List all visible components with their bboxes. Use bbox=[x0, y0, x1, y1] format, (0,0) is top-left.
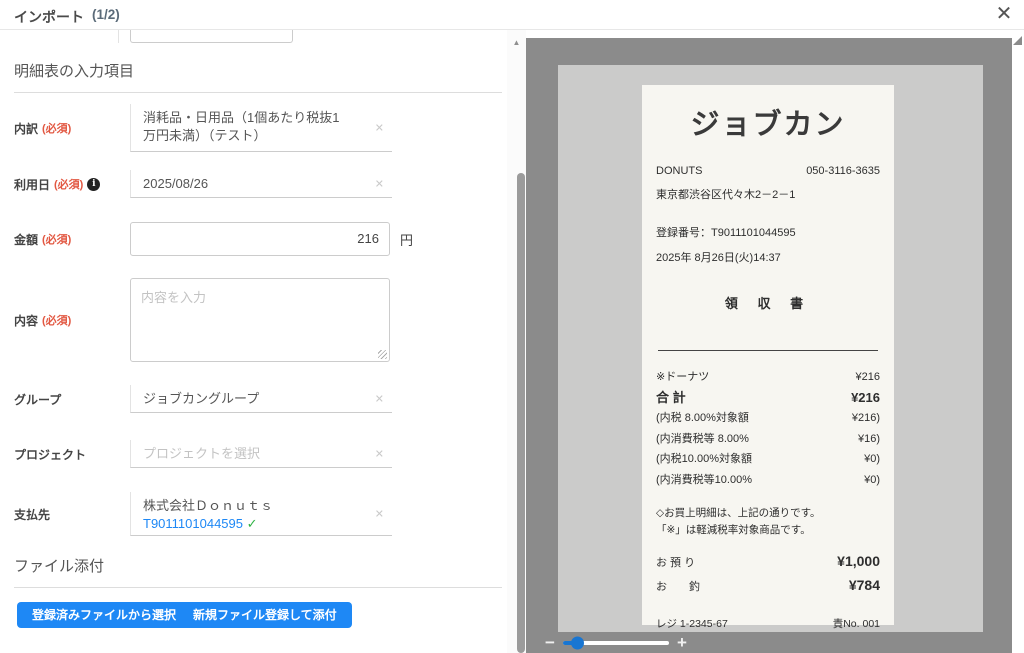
section-title-detail-items: 明細表の入力項目 bbox=[14, 60, 502, 93]
field-label-payee: 支払先 bbox=[14, 507, 51, 522]
breakdown-input[interactable]: 消耗品・日用品（1個あたり税抜1万円未満）（テスト） ✕ bbox=[130, 104, 392, 152]
required-badge: (必須) bbox=[42, 123, 72, 135]
field-label-description: 内容 (必須) bbox=[14, 313, 72, 328]
receipt-tax-row: (内税 8.00%対象額 ¥216) bbox=[656, 412, 880, 424]
field-label-group: グループ bbox=[14, 392, 62, 407]
field-row-payee: 支払先 株式会社Ｄｏｎｕｔｓ T9011101044595 ✓ ✕ bbox=[14, 492, 502, 536]
receipt-phone: 050-3116-3635 bbox=[806, 165, 880, 177]
field-label-amount: 金額 (必須) bbox=[14, 232, 72, 247]
receipt-item-row: ※ドーナツ ¥216 bbox=[656, 371, 880, 383]
description-textarea[interactable]: 内容を入力 bbox=[130, 278, 390, 362]
field-row-breakdown: 内訳 (必須) 消耗品・日用品（1個あたり税抜1万円未満）（テスト） ✕ bbox=[14, 104, 502, 152]
usage-date-input[interactable]: 2025/08/26 ✕ bbox=[130, 170, 392, 198]
field-row-project: プロジェクト プロジェクトを選択 ✕ bbox=[14, 440, 502, 468]
group-select[interactable]: ジョブカングループ ✕ bbox=[130, 385, 392, 413]
field-label-usage-date: 利用日 (必須) i bbox=[14, 170, 130, 198]
scroll-up-icon[interactable]: ▲ bbox=[507, 38, 526, 47]
receipt-notes: ◇お買上明細は、上記の通りです。 「※」は軽減税率対象商品です。 bbox=[656, 507, 821, 536]
clear-icon[interactable]: ✕ bbox=[375, 507, 384, 520]
scrolled-partial-input[interactable] bbox=[130, 30, 293, 43]
close-icon[interactable]: ✕ bbox=[992, 2, 1016, 26]
field-label-breakdown: 内訳 (必須) bbox=[14, 121, 72, 136]
receipt-change-row: お 釣 ¥784 bbox=[656, 577, 880, 593]
receipt-preview-panel: ジョブカン DONUTS 050-3116-3635 東京都渋谷区代々木2－2－… bbox=[526, 38, 1012, 653]
field-label-project: プロジェクト bbox=[14, 447, 87, 462]
import-modal: インポート (1/2) ✕ 明細表の入力項目 内訳 (必須) 消耗品・日用品（1… bbox=[0, 0, 1024, 653]
receipt-footer: レジ 1-2345-67 責No. 001 bbox=[656, 616, 880, 631]
field-row-group: グループ ジョブカングループ ✕ bbox=[14, 385, 502, 413]
required-badge: (必須) bbox=[54, 179, 84, 191]
amount-unit: 円 bbox=[400, 232, 414, 248]
attachment-buttons: 登録済みファイルから選択 新規ファイル登録して添付 bbox=[17, 602, 487, 628]
panel-corner-artifact bbox=[1013, 36, 1022, 45]
check-icon: ✓ bbox=[246, 516, 258, 531]
modal-header: インポート (1/2) ✕ bbox=[0, 0, 1024, 30]
receipt-registration-number: 登録番号：T9011101044595 bbox=[656, 227, 796, 239]
receipt-logo: ジョブカン bbox=[690, 109, 846, 141]
section-title-file-attachment: ファイル添付 bbox=[14, 555, 502, 588]
detail-form: 明細表の入力項目 内訳 (必須) 消耗品・日用品（1個あたり税抜1万円未満）（テ… bbox=[0, 30, 507, 653]
receipt-store-name: DONUTS bbox=[656, 165, 703, 177]
receipt-divider bbox=[658, 350, 878, 351]
field-row-amount: 金額 (必須) 216 円 bbox=[14, 222, 502, 256]
receipt-tax-row: (内消費税等 8.00% ¥16) bbox=[656, 432, 880, 445]
receipt-amount-rows: ※ドーナツ ¥216 合 計 ¥216 (内税 8.00%対象額 ¥216) (… bbox=[656, 367, 880, 490]
clear-icon[interactable]: ✕ bbox=[375, 121, 384, 134]
zoom-slider-thumb[interactable] bbox=[570, 636, 584, 650]
register-new-file-button[interactable]: 新規ファイル登録して添付 bbox=[178, 602, 352, 628]
receipt-clerk-number: 責No. 001 bbox=[832, 618, 880, 630]
zoom-in-icon[interactable]: + bbox=[677, 634, 687, 651]
scrollbar-thumb[interactable] bbox=[517, 173, 525, 653]
divider bbox=[118, 30, 119, 43]
page-title: インポート bbox=[14, 9, 84, 25]
field-row-usage-date: 利用日 (必須) i 2025/08/26 ✕ bbox=[14, 170, 502, 198]
receipt-paper: ジョブカン DONUTS 050-3116-3635 東京都渋谷区代々木2－2－… bbox=[642, 85, 894, 630]
receipt-total-row: 合 計 ¥216 bbox=[656, 389, 880, 405]
select-existing-file-button[interactable]: 登録済みファイルから選択 bbox=[17, 602, 192, 628]
required-badge: (必須) bbox=[42, 234, 72, 246]
receipt-datetime: 2025年 8月26日(火)14:37 bbox=[656, 252, 781, 264]
field-row-description: 内容 (必須) 内容を入力 bbox=[14, 278, 502, 362]
zoom-slider-track[interactable] bbox=[562, 636, 669, 650]
receipt-doc-title: 領 収 書 bbox=[724, 296, 812, 311]
receipt-photo[interactable]: ジョブカン DONUTS 050-3116-3635 東京都渋谷区代々木2－2－… bbox=[558, 65, 983, 632]
receipt-tax-row: (内税10.00%対象額 ¥0) bbox=[656, 453, 880, 465]
receipt-payment-rows: お 預 り ¥1,000 お 釣 ¥784 bbox=[656, 553, 880, 594]
receipt-store-line: DONUTS 050-3116-3635 bbox=[656, 165, 880, 177]
page-indicator: (1/2) bbox=[92, 7, 120, 22]
clear-icon[interactable]: ✕ bbox=[375, 447, 384, 460]
receipt-address: 東京都渋谷区代々木2－2－1 bbox=[656, 189, 796, 201]
receipt-tax-row: (内消費税等10.00% ¥0) bbox=[656, 473, 880, 486]
form-scrollbar[interactable]: ▲ bbox=[507, 30, 526, 653]
info-icon[interactable]: i bbox=[87, 177, 101, 191]
payee-select[interactable]: 株式会社Ｄｏｎｕｔｓ T9011101044595 ✓ ✕ bbox=[130, 492, 392, 536]
receipt-deposit-row: お 預 り ¥1,000 bbox=[656, 553, 880, 569]
amount-input[interactable]: 216 bbox=[130, 222, 390, 256]
clear-icon[interactable]: ✕ bbox=[375, 392, 384, 405]
project-select[interactable]: プロジェクトを選択 ✕ bbox=[130, 440, 392, 468]
payee-registration-link[interactable]: T9011101044595 bbox=[143, 516, 243, 531]
zoom-slider: − + bbox=[545, 634, 687, 651]
required-badge: (必須) bbox=[42, 315, 72, 327]
receipt-register-number: レジ 1-2345-67 bbox=[656, 618, 728, 630]
zoom-out-icon[interactable]: − bbox=[545, 634, 555, 651]
clear-icon[interactable]: ✕ bbox=[375, 177, 384, 190]
resize-handle[interactable] bbox=[378, 350, 387, 359]
